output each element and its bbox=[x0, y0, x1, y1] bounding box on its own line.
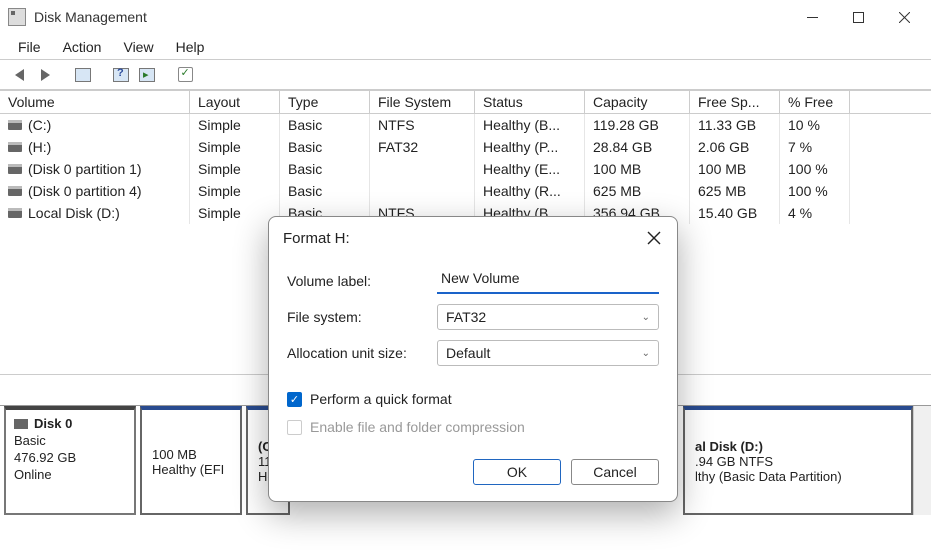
modal-backdrop: Format H: Volume label: New Volume File … bbox=[0, 0, 931, 557]
quick-format-checkbox-row[interactable]: ✓ Perform a quick format bbox=[287, 385, 659, 413]
file-system-combo[interactable]: FAT32 ⌄ bbox=[437, 304, 659, 330]
compression-checkbox bbox=[287, 420, 302, 435]
compression-label: Enable file and folder compression bbox=[310, 419, 525, 435]
label-file-system: File system: bbox=[287, 309, 437, 325]
chevron-down-icon: ⌄ bbox=[642, 312, 650, 323]
close-icon bbox=[647, 231, 661, 245]
dialog-close-button[interactable] bbox=[645, 229, 663, 247]
format-dialog: Format H: Volume label: New Volume File … bbox=[268, 216, 678, 502]
allocation-value: Default bbox=[446, 345, 490, 361]
allocation-combo[interactable]: Default ⌄ bbox=[437, 340, 659, 366]
dialog-title: Format H: bbox=[283, 230, 350, 247]
file-system-value: FAT32 bbox=[446, 309, 486, 325]
label-volume-label: Volume label: bbox=[287, 273, 437, 289]
ok-button[interactable]: OK bbox=[473, 459, 561, 485]
volume-label-value: New Volume bbox=[441, 270, 520, 286]
cancel-button[interactable]: Cancel bbox=[571, 459, 659, 485]
chevron-down-icon: ⌄ bbox=[642, 348, 650, 359]
volume-label-input[interactable]: New Volume bbox=[437, 268, 659, 294]
label-alloc: Allocation unit size: bbox=[287, 345, 437, 361]
quick-format-checkbox[interactable]: ✓ bbox=[287, 392, 302, 407]
compression-checkbox-row: Enable file and folder compression bbox=[287, 413, 659, 441]
quick-format-label: Perform a quick format bbox=[310, 391, 452, 407]
